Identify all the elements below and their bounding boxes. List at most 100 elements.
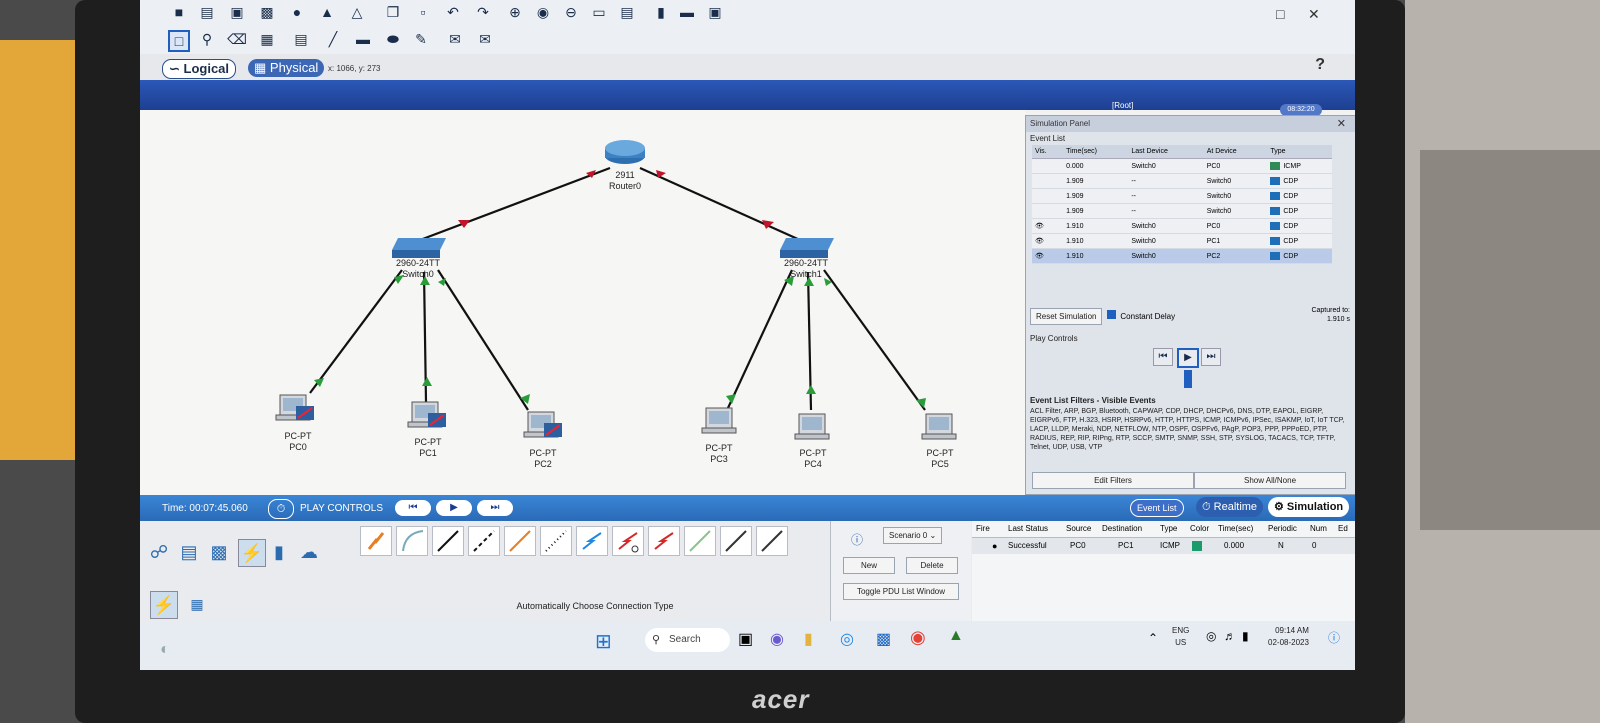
edge-icon[interactable]: ◎ [840, 629, 854, 649]
chevron-up-icon[interactable]: ⌃ [1148, 631, 1158, 645]
volume-icon[interactable]: ♬ [1224, 629, 1236, 643]
scenario-select[interactable]: Scenario 0 ⌄ [883, 527, 943, 544]
ellipse-icon[interactable]: ⬬ [384, 30, 402, 48]
event-row[interactable]: 👁 1.910 Switch0 PC1 CDP [1032, 233, 1332, 249]
step-back-button[interactable]: ⏮ [395, 500, 431, 516]
delete-scenario-button[interactable]: Delete [906, 557, 958, 574]
col-edit[interactable]: Ed [1338, 524, 1348, 533]
delete-icon[interactable]: ⌫ [227, 30, 247, 48]
col-num[interactable]: Num [1310, 524, 1327, 533]
auto-connection-icon[interactable]: ⚡ [150, 591, 178, 619]
eye-icon[interactable]: 👁 [1032, 233, 1064, 249]
play-button[interactable]: ▶ [436, 500, 472, 516]
tab-logical[interactable]: ∽ Logical [162, 59, 237, 79]
eye-icon[interactable]: 👁 [1032, 218, 1064, 234]
col-fire[interactable]: Fire [976, 524, 990, 533]
save-icon[interactable]: ▣ [228, 3, 246, 21]
event-row-selected[interactable]: 👁 1.910 Switch0 PC2 CDP [1032, 248, 1332, 264]
help-icon[interactable]: ? [1315, 56, 1325, 74]
redo-icon[interactable]: ↷ [474, 3, 492, 21]
complex-pdu-icon[interactable]: ✉ [476, 30, 494, 48]
select-icon[interactable]: □ [168, 30, 190, 52]
network-wizard-icon[interactable]: ▲ [318, 3, 336, 21]
widgets-icon[interactable]: ◐ [160, 641, 170, 659]
image-icon[interactable]: ▣ [706, 3, 724, 21]
col-color[interactable]: Color [1190, 524, 1209, 533]
toggle-pdu-list-button[interactable]: Toggle PDU List Window [843, 583, 959, 600]
zoom-reset-icon[interactable]: ◉ [534, 3, 552, 21]
panel-close-icon[interactable]: ✕ [1337, 116, 1346, 132]
info-icon[interactable]: ● [288, 3, 306, 21]
auto-connect-cable[interactable] [360, 526, 392, 556]
activity-wizard-icon[interactable]: △ [348, 3, 366, 21]
task-view-icon[interactable]: ▣ [738, 629, 753, 649]
col-source[interactable]: Source [1066, 524, 1091, 533]
col-last-device[interactable]: Last Device [1128, 145, 1204, 159]
view-icon[interactable]: ▬ [678, 3, 696, 21]
battery-icon[interactable]: ▮ [1242, 629, 1249, 643]
serial-dte-cable[interactable] [648, 526, 680, 556]
coaxial-cable[interactable] [576, 526, 608, 556]
file-explorer-icon[interactable]: ▮ [804, 629, 813, 649]
event-list-button[interactable]: Event List [1130, 499, 1184, 517]
phone-cable[interactable] [540, 526, 572, 556]
multiuser-icon[interactable]: ☁ [300, 542, 318, 562]
grid-icon[interactable]: ▦ [188, 595, 206, 613]
chrome-icon[interactable]: ◉ [910, 627, 926, 648]
palette-icon[interactable]: ▭ [590, 3, 608, 21]
line-icon[interactable]: ╱ [324, 30, 342, 48]
close-icon[interactable]: ✕ [1308, 6, 1320, 23]
zoom-in-icon[interactable]: ⊕ [506, 3, 524, 21]
usb-cable[interactable] [756, 526, 788, 556]
resize-icon[interactable]: ▦ [258, 30, 276, 48]
col-destination[interactable]: Destination [1102, 524, 1142, 533]
logical-workspace[interactable]: 2911 Router0 2960-24TT Switch0 2960-24TT Sw… [140, 110, 1025, 495]
event-row[interactable]: 👁 1.910 Switch0 PC0 CDP [1032, 218, 1332, 234]
step-forward-button[interactable]: ⏭ [477, 500, 513, 516]
iot-cable[interactable] [720, 526, 752, 556]
freeform-icon[interactable]: ✎ [412, 30, 430, 48]
packet-tracer-icon[interactable]: ▲ [948, 627, 964, 645]
fire-icon[interactable]: ● [992, 541, 997, 551]
reset-simulation-button[interactable]: Reset Simulation [1030, 308, 1103, 325]
col-time[interactable]: Time(sec) [1063, 145, 1129, 159]
event-row[interactable]: 1.909 -- Switch0 CDP [1032, 203, 1332, 219]
notes-icon[interactable]: ▮ [652, 3, 670, 21]
paste-icon[interactable]: ▫ [414, 3, 432, 21]
fiber-cable[interactable] [504, 526, 536, 556]
eye-icon[interactable]: 👁 [1032, 248, 1064, 264]
col-at-device[interactable]: At Device [1203, 145, 1268, 159]
rectangle-icon[interactable]: ▬ [354, 30, 372, 48]
event-row[interactable]: 1.909 -- Switch0 CDP [1032, 188, 1332, 204]
show-all-none-button[interactable]: Show All/None [1194, 472, 1346, 489]
store-icon[interactable]: ▩ [876, 629, 891, 649]
auto-capture-play-button[interactable]: ▶ [1177, 348, 1199, 368]
new-file-icon[interactable]: ■ [170, 3, 188, 21]
taskbar-clock[interactable]: 09:14 AM 02-08-2023 [1268, 625, 1309, 649]
undo-icon[interactable]: ↶ [444, 3, 462, 21]
back-button[interactable]: ⏮ [1153, 348, 1173, 366]
open-file-icon[interactable]: ▤ [198, 3, 216, 21]
windows-start-icon[interactable]: ⊞ [595, 629, 612, 654]
wifi-icon[interactable]: ◎ [1206, 629, 1216, 643]
pdu-row[interactable]: ● Successful PC0 PC1 ICMP 0.000 N 0 [972, 538, 1355, 554]
console-cable[interactable] [396, 526, 428, 556]
end-devices-icon[interactable]: ▤ [180, 542, 198, 562]
root-label[interactable]: [Root] [1112, 101, 1133, 110]
zoom-out-icon[interactable]: ⊖ [562, 3, 580, 21]
simulation-mode-button[interactable]: ⚙ Simulation [1268, 497, 1350, 517]
inspect-icon[interactable]: ⚲ [198, 30, 216, 48]
tab-physical[interactable]: ▦ Physical [248, 59, 325, 77]
copper-straight-cable[interactable] [432, 526, 464, 556]
col-last-status[interactable]: Last Status [1008, 524, 1048, 533]
event-row[interactable]: 1.909 -- Switch0 CDP [1032, 173, 1332, 189]
capture-forward-button[interactable]: ⏭ [1201, 348, 1221, 366]
misc-icon[interactable]: ▮ [270, 542, 288, 562]
components-icon[interactable]: ▩ [210, 542, 228, 562]
realtime-mode-button[interactable]: ⏱ Realtime [1196, 497, 1264, 517]
add-pdu-icon[interactable]: ✉ [446, 30, 464, 48]
network-devices-icon[interactable]: ☍ [150, 542, 168, 562]
col-type[interactable]: Type [1160, 524, 1177, 533]
connections-icon[interactable]: ⚡ [238, 539, 266, 567]
custom-device-icon[interactable]: ▤ [618, 3, 636, 21]
